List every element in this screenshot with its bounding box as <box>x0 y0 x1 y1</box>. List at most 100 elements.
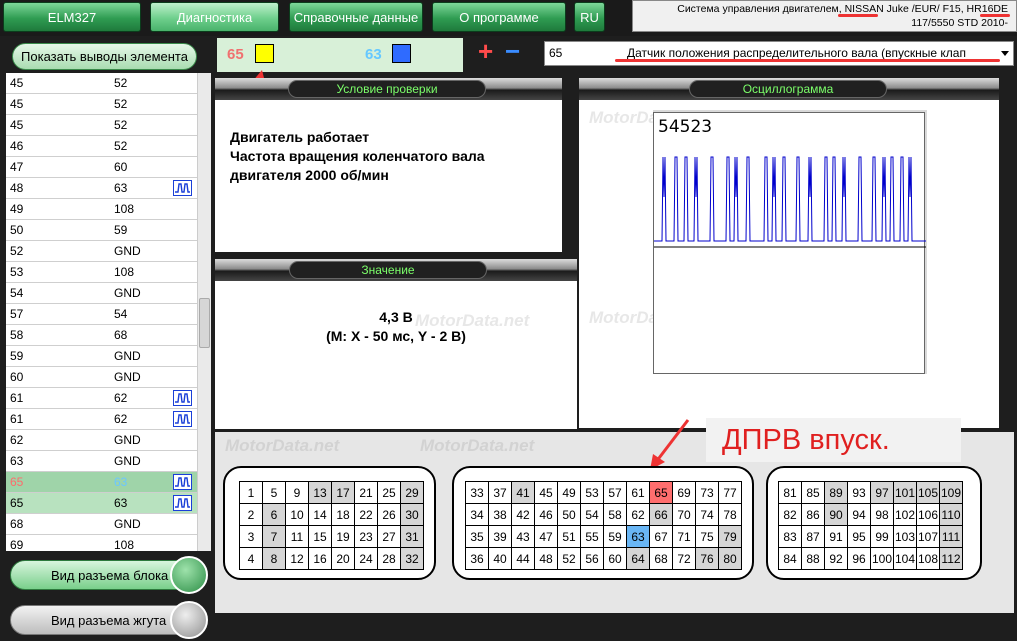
connector-pin[interactable]: 69 <box>672 481 696 504</box>
chevron-down-icon[interactable] <box>1001 51 1009 56</box>
connector-pin[interactable]: 74 <box>695 503 719 526</box>
connector-pin[interactable]: 40 <box>488 547 512 570</box>
connector-pin[interactable]: 41 <box>511 481 535 504</box>
connector-pin[interactable]: 24 <box>354 547 378 570</box>
connector-pin[interactable]: 54 <box>580 503 604 526</box>
pin-list-row[interactable]: 63 GND <box>6 451 211 472</box>
connector-pin[interactable]: 89 <box>824 481 848 504</box>
connector-pin[interactable]: 70 <box>672 503 696 526</box>
connector-pin[interactable]: 73 <box>695 481 719 504</box>
connector-pin[interactable]: 84 <box>778 547 802 570</box>
connector-icon[interactable] <box>170 556 208 594</box>
pin-list[interactable]: 45 52 45 52 45 52 46 52 47 60 48 63 49 108 50 59 52 GND 53… <box>6 73 211 551</box>
connector-pin[interactable]: 57 <box>603 481 627 504</box>
connector-pin[interactable]: 21 <box>354 481 378 504</box>
connector-pin[interactable]: 105 <box>916 481 940 504</box>
pin-list-row[interactable]: 61 62 <box>6 409 211 430</box>
connector-pin[interactable]: 59 <box>603 525 627 548</box>
connector-pin[interactable]: 112 <box>939 547 963 570</box>
connector-pin[interactable]: 38 <box>488 503 512 526</box>
connector-pin[interactable]: 49 <box>557 481 581 504</box>
connector-pin[interactable]: 3 <box>239 525 263 548</box>
tab-diagnostics[interactable]: Диагностика <box>150 2 279 32</box>
connector-pin[interactable]: 85 <box>801 481 825 504</box>
connector-pin[interactable]: 80 <box>718 547 742 570</box>
connector-pin[interactable]: 82 <box>778 503 802 526</box>
connector-pin[interactable]: 33 <box>465 481 489 504</box>
connector-pin[interactable]: 100 <box>870 547 894 570</box>
zoom-out-button[interactable]: − <box>505 36 520 67</box>
connector-pin[interactable]: 8 <box>262 547 286 570</box>
connector-pin[interactable]: 31 <box>400 525 424 548</box>
connector-pin[interactable]: 5 <box>262 481 286 504</box>
connector-pin[interactable]: 108 <box>916 547 940 570</box>
connector-pin[interactable]: 60 <box>603 547 627 570</box>
connector-pin[interactable]: 37 <box>488 481 512 504</box>
pin-list-row[interactable]: 47 60 <box>6 157 211 178</box>
connector-pin[interactable]: 61 <box>626 481 650 504</box>
pin-list-row[interactable]: 53 108 <box>6 262 211 283</box>
connector-pin[interactable]: 29 <box>400 481 424 504</box>
connector-pin[interactable]: 79 <box>718 525 742 548</box>
connector-pin[interactable]: 15 <box>308 525 332 548</box>
connector-pin[interactable]: 51 <box>557 525 581 548</box>
connector-pin[interactable]: 98 <box>870 503 894 526</box>
connector-pin[interactable]: 17 <box>331 481 355 504</box>
connector-pin[interactable]: 107 <box>916 525 940 548</box>
connector-pin[interactable]: 25 <box>377 481 401 504</box>
connector-pin[interactable]: 67 <box>649 525 673 548</box>
waveform-icon[interactable] <box>173 180 192 196</box>
scrollbar-thumb[interactable] <box>199 298 210 348</box>
pin-list-row[interactable]: 68 GND <box>6 514 211 535</box>
connector-pin[interactable]: 92 <box>824 547 848 570</box>
waveform-icon[interactable] <box>173 495 192 511</box>
pin-list-row[interactable]: 50 59 <box>6 220 211 241</box>
connector-pin[interactable]: 45 <box>534 481 558 504</box>
connector-pin[interactable]: 102 <box>893 503 917 526</box>
pin-list-row[interactable]: 49 108 <box>6 199 211 220</box>
connector-pin[interactable]: 78 <box>718 503 742 526</box>
connector-pin[interactable]: 52 <box>557 547 581 570</box>
show-pins-button[interactable]: Показать выводы элемента <box>12 43 197 70</box>
pin-list-row[interactable]: 48 63 <box>6 178 211 199</box>
language-button[interactable]: RU <box>574 2 605 32</box>
connector-pin[interactable]: 39 <box>488 525 512 548</box>
connector-pin[interactable]: 88 <box>801 547 825 570</box>
connector-pin[interactable]: 32 <box>400 547 424 570</box>
connector-pin[interactable]: 48 <box>534 547 558 570</box>
connector-pin[interactable]: 30 <box>400 503 424 526</box>
pin-list-row[interactable]: 45 52 <box>6 94 211 115</box>
elm327-button[interactable]: ELM327 <box>3 2 141 32</box>
pin-list-row[interactable]: 65 63 <box>6 493 211 514</box>
connector-pin[interactable]: 75 <box>695 525 719 548</box>
connector-pin[interactable]: 16 <box>308 547 332 570</box>
connector-pin[interactable]: 12 <box>285 547 309 570</box>
connector-pin[interactable]: 91 <box>824 525 848 548</box>
connector-pin[interactable]: 18 <box>331 503 355 526</box>
connector-pin[interactable]: 50 <box>557 503 581 526</box>
connector-pin[interactable]: 55 <box>580 525 604 548</box>
connector-pin[interactable]: 23 <box>354 525 378 548</box>
connector-pin[interactable]: 66 <box>649 503 673 526</box>
connector-pin[interactable]: 46 <box>534 503 558 526</box>
connector-pin[interactable]: 110 <box>939 503 963 526</box>
connector-pin[interactable]: 63 <box>626 525 650 548</box>
connector-pin[interactable]: 65 <box>649 481 673 504</box>
waveform-icon[interactable] <box>173 390 192 406</box>
connector-pin[interactable]: 86 <box>801 503 825 526</box>
waveform-icon[interactable] <box>173 474 192 490</box>
pin-list-row[interactable]: 59 GND <box>6 346 211 367</box>
connector-pin[interactable]: 97 <box>870 481 894 504</box>
zoom-in-button[interactable]: + <box>478 36 493 67</box>
pin-list-row[interactable]: 61 62 <box>6 388 211 409</box>
connector-pin[interactable]: 72 <box>672 547 696 570</box>
connector-pin[interactable]: 26 <box>377 503 401 526</box>
tab-about[interactable]: О программе <box>432 2 566 32</box>
connector-pin[interactable]: 109 <box>939 481 963 504</box>
pin-list-row[interactable]: 57 54 <box>6 304 211 325</box>
connector-pin[interactable]: 35 <box>465 525 489 548</box>
pin-list-row[interactable]: 60 GND <box>6 367 211 388</box>
connector-pin[interactable]: 47 <box>534 525 558 548</box>
connector-pin[interactable]: 14 <box>308 503 332 526</box>
connector-pin[interactable]: 10 <box>285 503 309 526</box>
